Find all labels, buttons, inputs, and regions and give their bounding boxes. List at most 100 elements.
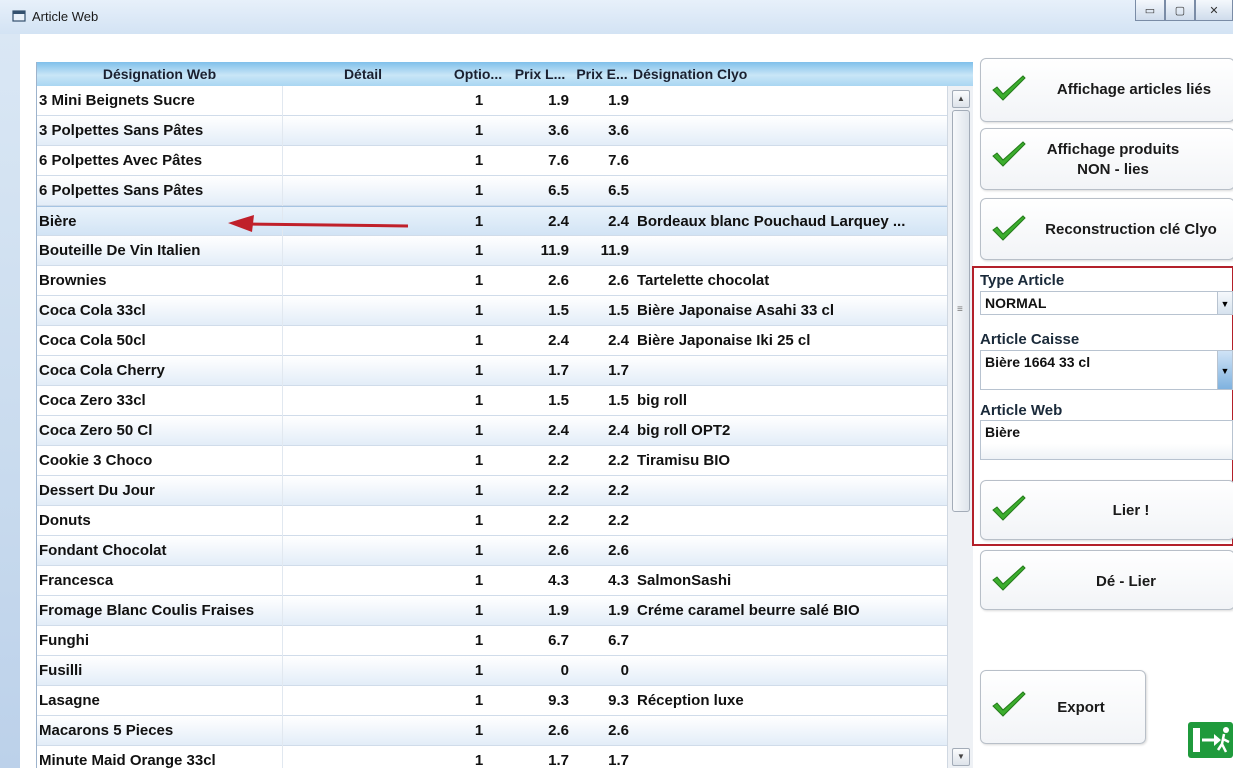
maximize-icon: ▢ [1174,4,1186,17]
table-row[interactable]: 3 Mini Beignets Sucre 1 1.9 1.9 [37,86,947,116]
cell-option: 1 [474,722,484,739]
table-row[interactable]: Cookie 3 Choco 1 2.2 2.2 Tiramisu BIO [37,446,947,476]
column-header-option[interactable]: Optio... [447,62,509,86]
chevron-down-icon[interactable]: ▼ [1217,292,1232,314]
vertical-scrollbar[interactable]: ▲ ≡ ▼ [947,86,973,768]
table-row[interactable]: Coca Zero 50 Cl 1 2.4 2.4 big roll OPT2 [37,416,947,446]
cell-designation-web: Francesca [39,572,114,589]
cell-prix-l: 11.9 [540,242,569,259]
cell-option: 1 [474,152,484,169]
link-button-label: Lier ! [1112,502,1150,519]
cell-prix-l: 2.6 [548,722,569,739]
scroll-down-button[interactable]: ▼ [952,748,970,766]
cell-designation-clyo: Bière Japonaise Asahi 33 cl [637,302,835,319]
cell-designation-clyo [637,506,947,536]
table-row[interactable]: Coca Zero 33cl 1 1.5 1.5 big roll [37,386,947,416]
column-header-prix-l[interactable]: Prix L... [509,62,571,86]
table-row[interactable]: 6 Polpettes Avec Pâtes 1 7.6 7.6 [37,146,947,176]
type-article-select[interactable]: NORMAL ▼ [980,291,1233,315]
cell-detail [282,626,445,656]
table-row[interactable]: Bière 1 2.4 2.4 Bordeaux blanc Pouchaud Larq… [37,206,947,237]
cell-prix-l: 6.5 [548,182,569,199]
table-row[interactable]: Coca Cola Cherry 1 1.7 1.7 [37,356,947,386]
table-row[interactable]: 6 Polpettes Sans Pâtes 1 6.5 6.5 [37,176,947,206]
cell-designation-clyo [637,176,947,206]
cell-designation-web: Macarons 5 Pieces [39,722,174,739]
cell-designation-web: Coca Zero 33cl [39,392,146,409]
cell-designation-clyo [637,356,947,386]
column-header-prix-e[interactable]: Prix E... [571,62,633,86]
cell-detail [282,326,445,356]
cell-prix-e: 1.5 [608,302,629,319]
cell-prix-e: 1.7 [608,362,629,379]
cell-prix-e: 2.4 [608,422,629,439]
cell-designation-clyo [637,236,947,266]
scroll-up-button[interactable]: ▲ [952,90,970,108]
close-button[interactable]: ✕ [1195,0,1233,21]
cell-designation-clyo: Tiramisu BIO [637,452,731,469]
cell-prix-e: 2.6 [608,542,629,559]
cell-designation-web: 3 Polpettes Sans Pâtes [39,122,204,139]
table-row[interactable]: Macarons 5 Pieces 1 2.6 2.6 [37,716,947,746]
maximize-button[interactable]: ▢ [1165,0,1195,21]
article-web-field[interactable]: Bière [980,420,1233,460]
cell-option: 1 [474,602,484,619]
table-row[interactable]: Bouteille De Vin Italien 1 11.9 11.9 [37,236,947,266]
column-header-designation-clyo[interactable]: Désignation Clyo [633,62,773,86]
cell-detail [282,176,445,206]
cell-designation-web: Coca Cola 50cl [39,332,146,349]
cell-detail [282,476,445,506]
table-row[interactable]: Lasagne 1 9.3 9.3 Réception luxe [37,686,947,716]
rebuild-clyo-key-button[interactable]: Reconstruction clé Clyo [980,198,1233,260]
show-unlinked-products-button[interactable]: Affichage produits NON - lies [980,128,1233,190]
cell-designation-web: 3 Mini Beignets Sucre [39,92,195,109]
article-web-label: Article Web [980,402,1063,419]
table-row[interactable]: Coca Cola 50cl 1 2.4 2.4 Bière Japonaise Iki… [37,326,947,356]
table-row[interactable]: Fusilli 1 0 0 [37,656,947,686]
table-row[interactable]: Coca Cola 33cl 1 1.5 1.5 Bière Japonaise Asa… [37,296,947,326]
table-row[interactable]: Fondant Chocolat 1 2.6 2.6 [37,536,947,566]
table-row[interactable]: Dessert Du Jour 1 2.2 2.2 [37,476,947,506]
export-button-label: Export [1057,699,1105,716]
cell-prix-l: 1.5 [548,302,569,319]
column-header-designation-web[interactable]: Désignation Web [37,62,282,86]
unlink-button[interactable]: Dé - Lier [980,550,1233,610]
cell-designation-web: Fondant Chocolat [39,542,167,559]
table-row[interactable]: Francesca 1 4.3 4.3 SalmonSashi [37,566,947,596]
column-header-detail[interactable]: Détail [282,62,444,86]
cell-detail [282,266,445,296]
scroll-thumb[interactable]: ≡ [952,110,970,512]
cell-prix-e: 2.2 [608,452,629,469]
cell-designation-clyo [637,626,947,656]
table-row[interactable]: Donuts 1 2.2 2.2 [37,506,947,536]
show-linked-articles-button[interactable]: Affichage articles liés [980,58,1233,122]
cell-designation-clyo [637,536,947,566]
cell-option: 1 [474,752,484,768]
cell-designation-web: Fromage Blanc Coulis Fraises [39,602,255,619]
chevron-down-icon[interactable]: ▼ [1217,351,1232,389]
export-button[interactable]: Export [980,670,1146,744]
table-row[interactable]: Fromage Blanc Coulis Fraises 1 1.9 1.9 Créme… [37,596,947,626]
close-icon: ✕ [1209,4,1219,17]
table-row[interactable]: 3 Polpettes Sans Pâtes 1 3.6 3.6 [37,116,947,146]
app-window-icon [12,10,26,22]
cell-option: 1 [474,362,484,379]
cell-designation-web: Funghi [39,632,89,649]
cell-designation-clyo [637,86,947,116]
cell-detail [282,596,445,626]
table-row[interactable]: Minute Maid Orange 33cl 1 1.7 1.7 [37,746,947,768]
cell-option: 1 [474,452,484,469]
table-row[interactable]: Brownies 1 2.6 2.6 Tartelette chocolat [37,266,947,296]
cell-designation-web: 6 Polpettes Avec Pâtes [39,152,203,169]
cell-designation-clyo: SalmonSashi [637,572,732,589]
cell-prix-l: 9.3 [548,692,569,709]
article-caisse-select[interactable]: Bière 1664 33 cl ▼ [980,350,1233,390]
minimize-button[interactable]: ▭ [1135,0,1165,21]
table-row[interactable]: Funghi 1 6.7 6.7 [37,626,947,656]
cell-designation-clyo [637,146,947,176]
articles-grid[interactable]: Désignation Web Détail Optio... Prix L..… [36,62,973,768]
window-controls: ▭ ▢ ✕ [1135,0,1233,22]
exit-icon[interactable] [1188,722,1233,758]
link-button[interactable]: Lier ! [980,480,1233,540]
cell-prix-e: 4.3 [608,572,629,589]
